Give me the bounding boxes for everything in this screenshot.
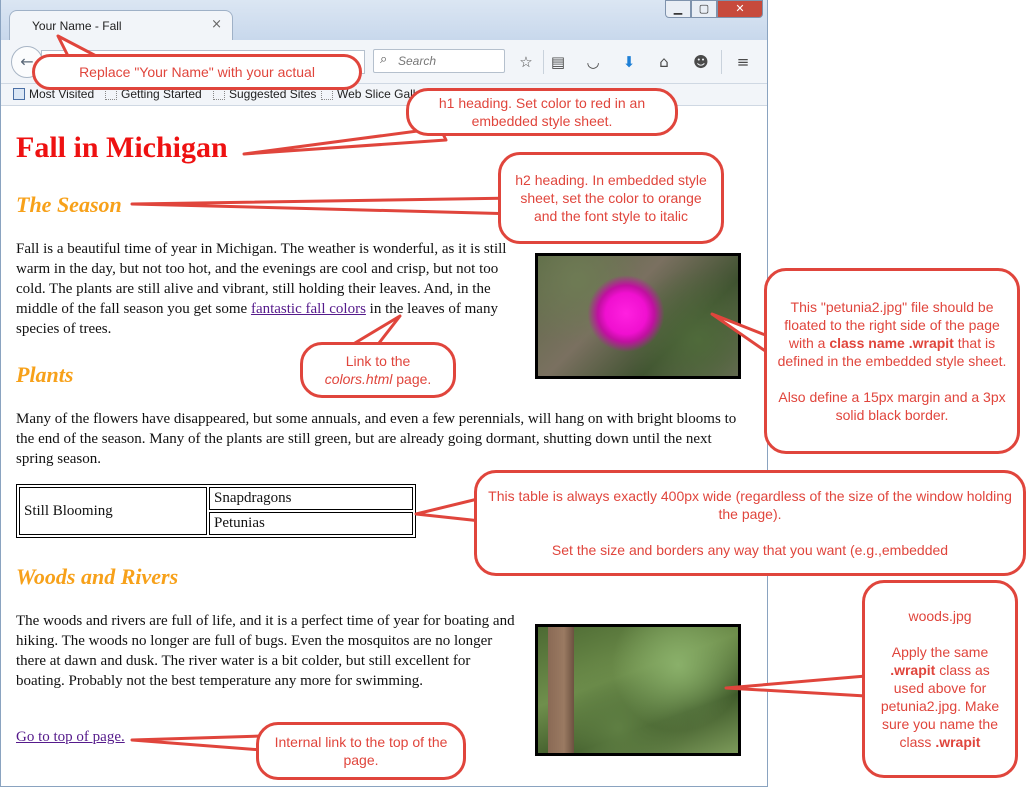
close-icon: ✕ xyxy=(735,2,745,15)
page-title: Fall in Michigan xyxy=(16,131,228,164)
search-placeholder: Search xyxy=(398,54,437,68)
minimize-button[interactable]: ▁ xyxy=(665,0,691,18)
callout-top-link: Internal link to the top of the page. xyxy=(256,722,466,780)
maximize-icon: ▢ xyxy=(698,2,710,15)
title-bar: Your Name - Fall × ▁ ▢ ✕ xyxy=(1,0,767,42)
callout-your-name: Replace "Your Name" with your actual xyxy=(32,54,362,90)
callout-h1: h1 heading. Set color to red in an embed… xyxy=(406,88,678,136)
top-of-page-link[interactable]: Go to top of page. xyxy=(16,729,125,746)
heading-plants: Plants xyxy=(16,362,74,387)
search-icon: ⌕ xyxy=(380,52,388,67)
toolbar-separator xyxy=(721,50,722,74)
table-cell: Petunias xyxy=(209,512,413,535)
callout-colors-link: Link to the colors.html page. xyxy=(300,342,456,398)
fall-colors-link[interactable]: fantastic fall colors xyxy=(251,301,366,317)
maximize-button[interactable]: ▢ xyxy=(691,0,717,18)
tab-fall[interactable]: Your Name - Fall × xyxy=(9,10,233,42)
heading-the-season: The Season xyxy=(16,192,122,217)
heading-woods-and-rivers: Woods and Rivers xyxy=(16,564,179,589)
toolbar-separator xyxy=(543,50,544,74)
plants-paragraph: Many of the flowers have disappeared, bu… xyxy=(16,411,737,467)
blooming-table: Still Blooming Snapdragons Petunias xyxy=(16,484,416,538)
window-close-button[interactable]: ✕ xyxy=(717,0,763,18)
menu-icon[interactable]: ≡ xyxy=(732,51,754,73)
close-icon[interactable]: × xyxy=(211,17,222,32)
callout-woods: woods.jpg Apply the same .wrapit class a… xyxy=(862,580,1018,778)
callout-petunia: This "petunia2.jpg" file should be float… xyxy=(764,268,1020,454)
table-cell: Snapdragons xyxy=(209,487,413,510)
minimize-icon: ▁ xyxy=(673,2,683,15)
smiley-icon[interactable]: ☻ xyxy=(690,51,712,73)
callout-h2: h2 heading. In embedded style sheet, set… xyxy=(498,152,724,244)
petunia-image xyxy=(535,253,741,379)
woods-image xyxy=(535,624,741,756)
download-icon[interactable]: ⬇ xyxy=(618,51,640,73)
home-icon[interactable]: ⌂ xyxy=(653,51,675,73)
table-cell-label: Still Blooming xyxy=(19,487,207,535)
callout-table: This table is always exactly 400px wide … xyxy=(474,470,1026,576)
woods-paragraph: The woods and rivers are full of life, a… xyxy=(16,613,515,689)
star-icon[interactable]: ☆ xyxy=(515,51,537,73)
pocket-icon[interactable]: ◡ xyxy=(582,51,604,73)
tab-title: Your Name - Fall xyxy=(32,19,122,33)
bookmark-folder-icon xyxy=(13,88,25,100)
reading-list-icon[interactable]: ▤ xyxy=(547,51,569,73)
search-input[interactable]: ⌕ Search xyxy=(373,49,505,73)
season-paragraph: Fall is a beautiful time of year in Mich… xyxy=(16,241,507,337)
